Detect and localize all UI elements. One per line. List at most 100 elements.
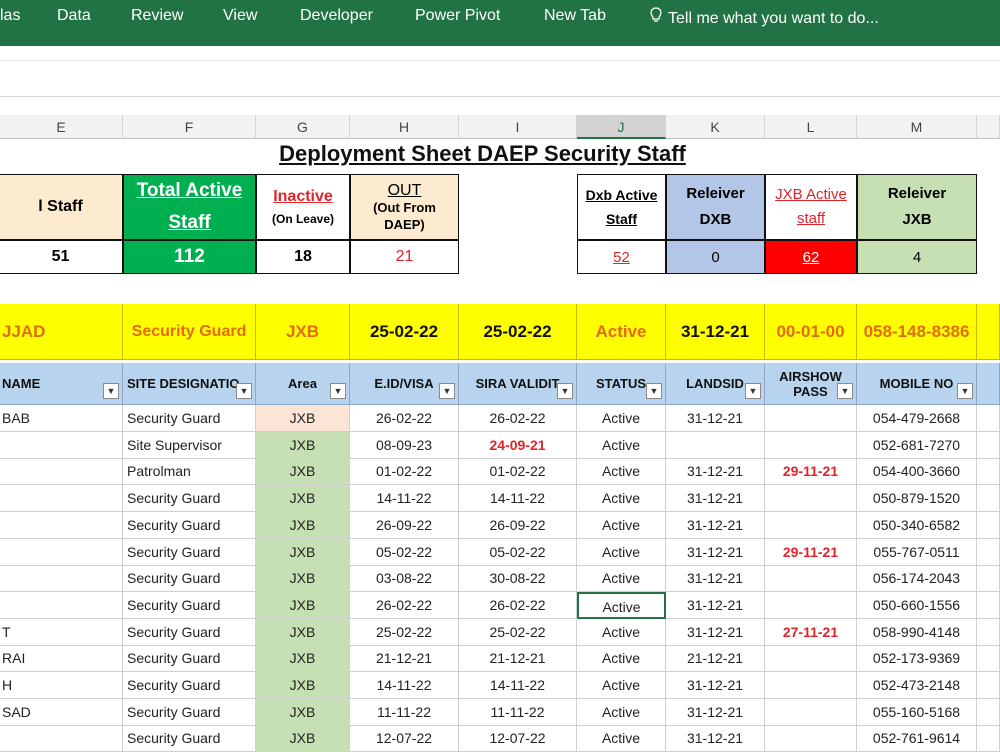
cell-landsid[interactable]: 31-12-21 (666, 618, 765, 646)
releiver-dxb-label-cell[interactable]: Releiver DXB (666, 174, 765, 240)
cell-extra[interactable] (977, 431, 1000, 459)
cell-extra[interactable] (977, 698, 1000, 726)
cell-sira-validity[interactable]: 26-02-22 (459, 591, 577, 619)
cell-extra[interactable] (977, 591, 1000, 619)
filter-dropdown-icon[interactable]: ▼ (557, 383, 573, 399)
cell-area[interactable]: JXB (256, 511, 350, 539)
cell-mobile-no[interactable]: 052-761-9614 (857, 725, 977, 752)
dxb-active-label-cell[interactable]: Dxb Active Staff (577, 174, 666, 240)
cell-eid-visa[interactable]: 01-02-22 (350, 458, 459, 486)
cell-area[interactable]: JXB (256, 405, 350, 432)
cell-extra[interactable] (977, 618, 1000, 646)
cell-extra[interactable] (977, 538, 1000, 566)
cell-site-designation[interactable]: Security Guard (123, 618, 256, 646)
cell-airshow-pass[interactable]: 29-11-21 (765, 458, 857, 486)
cell-area[interactable]: JXB (256, 565, 350, 593)
total-active-value-cell[interactable]: 112 (123, 240, 256, 274)
cell-status[interactable]: Active (577, 538, 666, 566)
column-header-i[interactable]: I (459, 115, 577, 139)
cell-landsid[interactable]: 31-12-21 (666, 591, 765, 619)
cell-name[interactable]: T (0, 618, 123, 646)
cell-site-designation[interactable]: Security Guard (123, 565, 256, 593)
cell-status[interactable]: Active (577, 485, 666, 513)
cell-status[interactable]: Active (577, 672, 666, 699)
cell-landsid[interactable]: 31-12-21 (666, 485, 765, 513)
cell-airshow-pass[interactable] (765, 565, 857, 593)
tab-review[interactable]: Review (131, 7, 183, 25)
tell-me-box[interactable]: Tell me what you want to do... (650, 7, 879, 28)
cell-landsid[interactable]: 31-12-21 (666, 698, 765, 726)
cell-landsid[interactable]: 31-12-21 (666, 458, 765, 486)
cell-name[interactable]: SAD (0, 698, 123, 726)
inactive-value-cell[interactable]: 18 (256, 240, 350, 274)
cell-status[interactable]: Active (577, 405, 666, 432)
cell-airshow-pass[interactable] (765, 431, 857, 459)
cell-name[interactable]: H (0, 672, 123, 699)
tab-new-tab[interactable]: New Tab (544, 7, 606, 25)
header-sira-validity[interactable]: SIRA VALIDIT ▼ (459, 363, 577, 405)
total-staff-value-cell[interactable]: 51 (0, 240, 123, 274)
column-header-g[interactable]: G (256, 115, 350, 139)
highlight-sira-cell[interactable]: 25-02-22 (459, 304, 577, 360)
cell-status[interactable]: Active (577, 698, 666, 726)
cell-name[interactable] (0, 591, 123, 619)
cell-eid-visa[interactable]: 11-11-22 (350, 698, 459, 726)
out-value-cell[interactable]: 21 (350, 240, 459, 274)
cell-mobile-no[interactable]: 054-400-3660 (857, 458, 977, 486)
highlight-name-cell[interactable]: JJAD (0, 304, 123, 360)
cell-eid-visa[interactable]: 03-08-22 (350, 565, 459, 593)
highlight-designation-cell[interactable]: Security Guard (123, 304, 256, 360)
cell-airshow-pass[interactable] (765, 511, 857, 539)
cell-name[interactable] (0, 485, 123, 513)
cell-mobile-no[interactable]: 052-681-7270 (857, 431, 977, 459)
cell-extra[interactable] (977, 511, 1000, 539)
highlight-airshow-cell[interactable]: 00-01-00 (765, 304, 857, 360)
filter-dropdown-icon[interactable]: ▼ (330, 383, 346, 399)
column-header-k[interactable]: K (666, 115, 765, 139)
column-header-n[interactable] (977, 115, 1000, 139)
header-site-designation[interactable]: SITE DESIGNATIO ▼ (123, 363, 256, 405)
cell-extra[interactable] (977, 485, 1000, 513)
cell-site-designation[interactable]: Security Guard (123, 725, 256, 752)
cell-site-designation[interactable]: Security Guard (123, 672, 256, 699)
filter-dropdown-icon[interactable]: ▼ (236, 383, 252, 399)
releiver-dxb-value-cell[interactable]: 0 (666, 240, 765, 274)
cell-landsid[interactable]: 31-12-21 (666, 538, 765, 566)
cell-extra[interactable] (977, 672, 1000, 699)
header-eid-visa[interactable]: E.ID/VISA ▼ (350, 363, 459, 405)
column-header-h[interactable]: H (350, 115, 459, 139)
cell-area[interactable]: JXB (256, 538, 350, 566)
filter-dropdown-icon[interactable]: ▼ (837, 383, 853, 399)
cell-airshow-pass[interactable] (765, 591, 857, 619)
filter-dropdown-icon[interactable]: ▼ (957, 383, 973, 399)
cell-name[interactable]: RAI (0, 645, 123, 673)
cell-mobile-no[interactable]: 054-479-2668 (857, 405, 977, 432)
cell-site-designation[interactable]: Security Guard (123, 645, 256, 673)
total-active-label-cell[interactable]: Total Active Staff (123, 174, 256, 240)
cell-area[interactable]: JXB (256, 698, 350, 726)
cell-eid-visa[interactable]: 14-11-22 (350, 672, 459, 699)
cell-eid-visa[interactable]: 26-02-22 (350, 405, 459, 432)
column-header-e[interactable]: E (0, 115, 123, 139)
cell-mobile-no[interactable]: 050-660-1556 (857, 591, 977, 619)
cell-status[interactable]: Active (577, 591, 666, 619)
cell-airshow-pass[interactable] (765, 405, 857, 432)
column-header-m[interactable]: M (857, 115, 977, 139)
cell-extra[interactable] (977, 565, 1000, 593)
tab-power-pivot[interactable]: Power Pivot (415, 7, 500, 25)
cell-airshow-pass[interactable] (765, 645, 857, 673)
cell-area[interactable]: JXB (256, 485, 350, 513)
cell-name[interactable] (0, 565, 123, 593)
cell-name[interactable] (0, 431, 123, 459)
highlight-extra-cell[interactable] (977, 304, 1000, 360)
cell-sira-validity[interactable]: 05-02-22 (459, 538, 577, 566)
cell-sira-validity[interactable]: 25-02-22 (459, 618, 577, 646)
inactive-label-cell[interactable]: Inactive (On Leave) (256, 174, 350, 240)
cell-extra[interactable] (977, 405, 1000, 432)
cell-sira-validity[interactable]: 30-08-22 (459, 565, 577, 593)
header-landsid[interactable]: LANDSID ▼ (666, 363, 765, 405)
cell-name[interactable]: BAB (0, 405, 123, 432)
cell-status[interactable]: Active (577, 618, 666, 646)
cell-site-designation[interactable]: Security Guard (123, 538, 256, 566)
cell-sira-validity[interactable]: 14-11-22 (459, 672, 577, 699)
